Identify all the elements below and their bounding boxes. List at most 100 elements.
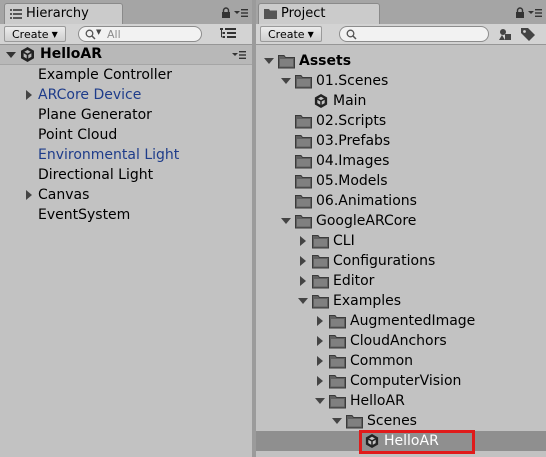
project-folder-item[interactable]: Editor — [256, 271, 546, 291]
search-filter-chevron-icon[interactable]: ▼ — [96, 28, 101, 36]
hierarchy-search-input[interactable] — [107, 27, 195, 41]
folder-icon — [312, 255, 329, 269]
project-folder-item[interactable]: AugmentedImage — [256, 311, 546, 331]
chevron-right-icon[interactable] — [315, 336, 325, 346]
hierarchy-item[interactable]: Example Controller — [0, 65, 252, 85]
project-item-label: Common — [350, 353, 414, 369]
project-tab-bar: Project — [256, 0, 546, 24]
folder-icon — [295, 75, 312, 89]
chevron-right-icon[interactable] — [298, 236, 308, 246]
chevron-down-icon[interactable] — [281, 216, 291, 226]
create-button[interactable]: Create ▼ — [260, 26, 322, 42]
project-folder-item[interactable]: 03.Prefabs — [256, 131, 546, 151]
project-item-label: GoogleARCore — [316, 213, 417, 229]
menu-icon[interactable] — [528, 8, 542, 18]
hierarchy-item-label: Point Cloud — [38, 127, 118, 143]
project-search-input[interactable] — [360, 27, 474, 41]
project-tab-label: Project — [281, 6, 326, 21]
scene-header[interactable]: HelloAR — [0, 45, 252, 65]
chevron-right-icon[interactable] — [315, 356, 325, 366]
project-tab[interactable]: Project — [258, 3, 380, 24]
chevron-right-icon[interactable] — [298, 276, 308, 286]
project-folder-item[interactable]: 04.Images — [256, 151, 546, 171]
unity-scene-icon — [314, 93, 328, 109]
unity-scene-icon — [21, 47, 34, 62]
chevron-down-icon[interactable] — [281, 76, 291, 86]
project-folder-item[interactable]: 05.Models — [256, 171, 546, 191]
hierarchy-item-label: Environmental Light — [38, 147, 180, 163]
folder-icon — [329, 375, 346, 389]
project-panel: Project Create ▼ Assets 01.Scenes Main 0… — [256, 0, 546, 457]
folder-icon — [329, 395, 346, 409]
chevron-right-icon[interactable] — [315, 316, 325, 326]
hierarchy-item-label: Canvas — [38, 187, 90, 203]
project-item-label: 01.Scenes — [316, 73, 389, 89]
project-item-label: Assets — [299, 53, 352, 69]
hierarchy-tab[interactable]: Hierarchy — [4, 3, 123, 24]
hierarchy-tab-label: Hierarchy — [26, 6, 89, 21]
project-folder-item[interactable]: 02.Scripts — [256, 111, 546, 131]
folder-icon — [295, 215, 312, 229]
chevron-right-icon[interactable] — [298, 256, 308, 266]
lock-icon[interactable] — [221, 7, 231, 19]
project-folder-item[interactable]: HelloAR — [256, 391, 546, 411]
chevron-down-icon[interactable] — [298, 296, 308, 306]
hierarchy-tab-bar: Hierarchy — [0, 0, 252, 24]
project-folder-item[interactable]: Examples — [256, 291, 546, 311]
chevron-down-icon[interactable] — [332, 416, 342, 426]
project-item-label: 02.Scripts — [316, 113, 387, 129]
menu-icon[interactable] — [234, 8, 248, 18]
project-folder-item[interactable]: GoogleARCore — [256, 211, 546, 231]
project-folder-item[interactable]: Scenes — [256, 411, 546, 431]
hierarchy-search: ▼ — [78, 26, 202, 42]
scene-name: HelloAR — [40, 46, 103, 62]
search-by-type-icon[interactable] — [496, 26, 516, 42]
project-item-label: 04.Images — [316, 153, 390, 169]
chevron-down-icon[interactable] — [264, 56, 274, 66]
folder-icon — [295, 175, 312, 189]
hierarchy-item-label: EventSystem — [38, 207, 131, 223]
chevron-down-icon: ▼ — [51, 30, 58, 39]
project-folder-item[interactable]: Configurations — [256, 251, 546, 271]
create-button[interactable]: Create ▼ — [4, 26, 66, 42]
project-item-label: AugmentedImage — [350, 313, 476, 329]
hierarchy-item-label: Directional Light — [38, 167, 154, 183]
hierarchy-item[interactable]: Point Cloud — [0, 125, 252, 145]
project-item-label: HelloAR — [350, 393, 405, 409]
folder-icon — [312, 295, 329, 309]
menu-icon[interactable] — [232, 50, 246, 60]
project-folder-item[interactable]: ComputerVision — [256, 371, 546, 391]
label-tag-icon[interactable] — [518, 26, 538, 42]
create-label: Create — [268, 28, 305, 41]
folder-icon — [278, 55, 295, 69]
project-toolbar: Create ▼ — [256, 24, 546, 45]
project-folder-item[interactable]: Assets — [256, 51, 546, 71]
project-item-label: 03.Prefabs — [316, 133, 391, 149]
project-folder-item[interactable]: 06.Animations — [256, 191, 546, 211]
project-folder-item[interactable]: 01.Scenes — [256, 71, 546, 91]
hierarchy-item[interactable]: ARCore Device — [0, 85, 252, 105]
project-item-label: 05.Models — [316, 173, 388, 189]
highlight-box — [359, 430, 475, 454]
project-tab-buttons — [515, 6, 542, 20]
project-folder-item[interactable]: Common — [256, 351, 546, 371]
hierarchy-item[interactable]: EventSystem — [0, 205, 252, 225]
chevron-right-icon[interactable] — [24, 90, 34, 100]
project-folder-item[interactable]: CloudAnchors — [256, 331, 546, 351]
hierarchy-item[interactable]: Plane Generator — [0, 105, 252, 125]
folder-icon — [346, 415, 363, 429]
hierarchy-item[interactable]: Directional Light — [0, 165, 252, 185]
chevron-down-icon[interactable] — [315, 396, 325, 406]
hierarchy-item[interactable]: Canvas — [0, 185, 252, 205]
lock-icon[interactable] — [515, 7, 525, 19]
scene-filter-icon[interactable] — [218, 26, 238, 42]
project-item-label: 06.Animations — [316, 193, 417, 209]
hierarchy-item[interactable]: Environmental Light — [0, 145, 252, 165]
chevron-right-icon[interactable] — [24, 190, 34, 200]
project-folder-item[interactable]: CLI — [256, 231, 546, 251]
project-scene-item[interactable]: Main — [256, 91, 546, 111]
chevron-down-icon[interactable] — [6, 50, 16, 60]
create-label: Create — [12, 28, 49, 41]
project-item-label: Scenes — [367, 413, 417, 429]
chevron-right-icon[interactable] — [315, 376, 325, 386]
